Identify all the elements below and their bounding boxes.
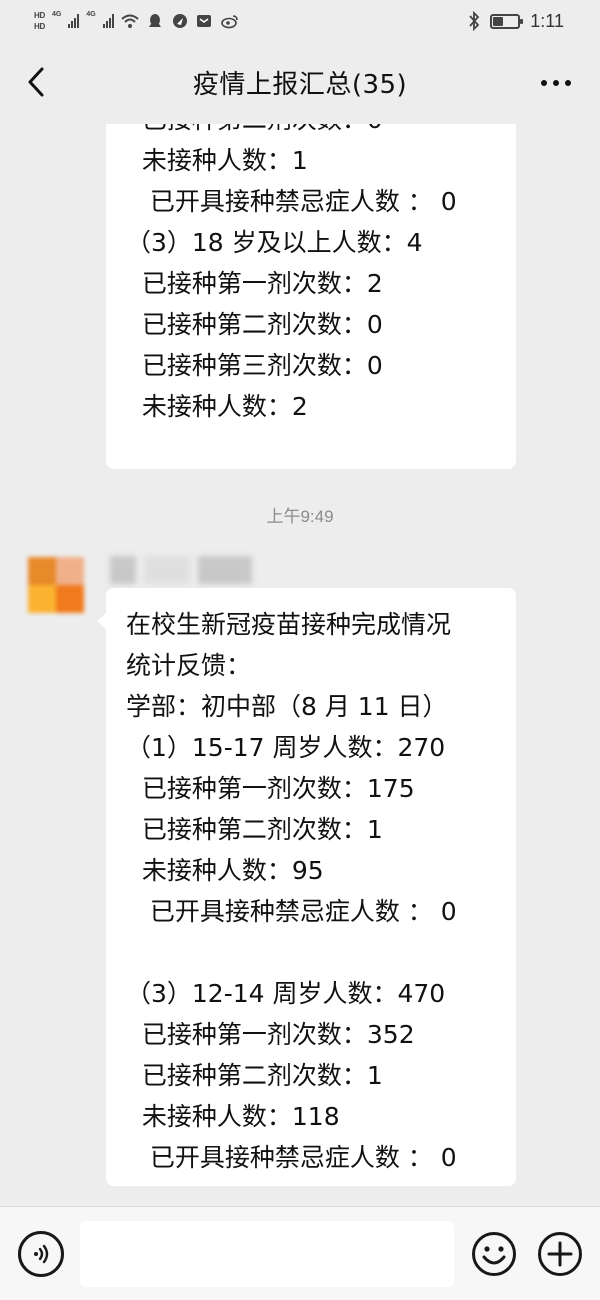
message-line: （3）18 岁及以上人数：4 [126,228,423,257]
message-line: 未接种人数：118 [126,1102,340,1131]
message-line: 已接种第二剂次数：0 [126,124,516,140]
message-line: 未接种人数：2 [126,392,308,421]
bluetooth-icon [469,11,480,31]
hd-label-2: HD [34,22,45,31]
message-line: 已接种第一剂次数：352 [126,1020,415,1049]
battery-level [493,16,503,26]
message-line: 已接种第二剂次数：1 [126,1061,383,1090]
wifi-icon [120,14,139,28]
message-text: 在校生新冠疫苗接种完成情况 统计反馈： 学部：初中部（8 月 11 日） （1）15-… [126,604,516,1178]
app-icon [196,15,211,27]
message-line: 统计反馈： [126,651,252,680]
network-type-2: 4G [86,10,96,18]
message-input[interactable] [80,1221,454,1287]
location-icon [172,14,187,28]
message-line [126,932,516,973]
voice-icon [34,1244,49,1264]
message-line: 已开具接种禁忌症人数 ： 0 [126,1143,457,1172]
network-type-1: 4G [51,10,62,18]
message-line: 已开具接种禁忌症人数 ： 0 [126,187,457,216]
sender-name [110,556,252,590]
clock: 1:11 [530,10,564,31]
message-line: 已接种第二剂次数：1 [126,815,383,844]
status-bar-left: HD HD 4G 4G [34,6,239,36]
message-bubble[interactable]: 已接种第二剂次数：0 未接种人数：1 已开具接种禁忌症人数 ： 0 （3）18 岁… [106,124,516,469]
status-bar: HD HD 4G 4G 1:11 [0,0,600,42]
message-line: 已接种第三剂次数：0 [126,351,383,380]
avatar[interactable] [28,557,84,613]
message-line: 学部：初中部（8 月 11 日） [126,692,448,721]
message-line: 已开具接种禁忌症人数 ： 0 [126,897,457,926]
message-line: 已接种第一剂次数：2 [126,269,383,298]
weibo-icon [220,15,238,29]
qq-icon [148,14,161,27]
sender-name-blur [110,556,136,584]
more-dot [553,80,559,86]
battery-icon [490,13,524,29]
message-list[interactable]: 已接种第二剂次数：0 未接种人数：1 已开具接种禁忌症人数 ： 0 （3）18 岁… [0,124,600,1206]
avatar-tile [28,557,56,585]
message-bubble[interactable]: 在校生新冠疫苗接种完成情况 统计反馈： 学部：初中部（8 月 11 日） （1）15-… [97,588,516,1186]
message-line: 未接种人数：95 [126,856,324,885]
emoji-icon[interactable] [471,1231,517,1277]
message-text: 已接种第二剂次数：0 未接种人数：1 已开具接种禁忌症人数 ： 0 （3）18 岁… [126,124,516,427]
message-line: 未接种人数：1 [126,146,308,175]
input-bar [0,1206,600,1300]
message-line: 已接种第二剂次数：0 [126,310,383,339]
message-line: （3）12-14 周岁人数：470 [126,979,446,1008]
voice-button[interactable] [18,1231,64,1277]
message-line: （1）15-17 周岁人数：270 [126,733,446,762]
more-button[interactable] [536,68,576,98]
chat-title: 疫情上报汇总(35) [192,70,408,100]
status-bar-right: 1:11 [468,10,564,32]
sender-name-blur [144,556,190,584]
sender-name-blur [198,556,252,584]
signal-icon [68,14,80,28]
avatar-tile [28,585,56,613]
signal-icon-2 [102,14,114,28]
more-dot [541,80,547,86]
plus-icon[interactable] [537,1231,583,1277]
hd-label-1: HD [34,11,45,20]
hd-indicator: HD HD [34,11,45,31]
more-dot [565,80,571,86]
message-line: 已接种第一剂次数：175 [126,774,415,803]
avatar-tile [56,557,84,585]
avatar-tile [56,585,84,613]
message-timestamp: 上午9:49 [266,507,334,526]
chat-header: 疫情上报汇总(35) [0,42,600,124]
message-line: 在校生新冠疫苗接种完成情况 [126,610,452,639]
